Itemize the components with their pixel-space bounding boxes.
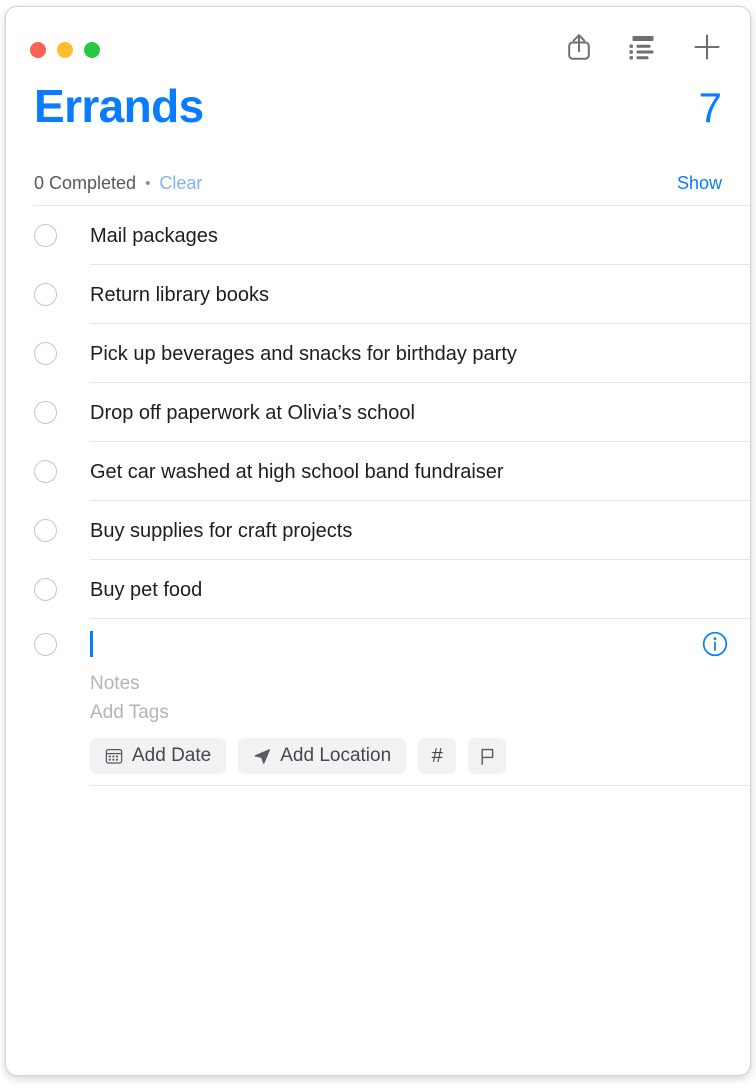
page-title: Errands (34, 80, 204, 132)
flag-icon (479, 747, 496, 766)
completed-meta-row: 0 Completed • Clear Show (34, 153, 722, 205)
minimize-window-button[interactable] (57, 42, 73, 58)
traffic-light-controls (30, 42, 100, 58)
reminder-checkbox[interactable] (34, 578, 57, 601)
reminder-title: Mail packages (90, 224, 218, 247)
reminder-title: Return library books (90, 283, 269, 306)
reminders-window: Errands 7 0 Completed • Clear Show Mail … (5, 6, 751, 1076)
clear-completed-button[interactable]: Clear (159, 173, 202, 194)
reminder-checkbox[interactable] (34, 342, 57, 365)
table-row[interactable]: Buy pet food (6, 560, 750, 619)
new-reminder-title-row (34, 619, 750, 669)
completed-meta-left: 0 Completed • Clear (34, 173, 202, 194)
new-reminder-checkbox[interactable] (34, 632, 57, 656)
add-date-button[interactable]: Add Date (90, 738, 227, 774)
add-location-label: Add Location (280, 745, 392, 766)
reminder-title: Get car washed at high school band fundr… (90, 460, 504, 483)
table-row[interactable]: Return library books (6, 265, 750, 324)
view-options-button[interactable] (626, 31, 660, 65)
hashtag-icon: # (431, 745, 443, 767)
add-reminder-button[interactable] (690, 31, 724, 65)
reminder-info-button[interactable] (702, 631, 728, 657)
add-location-button[interactable]: Add Location (238, 738, 407, 774)
completed-count-label: 0 Completed (34, 172, 137, 193)
table-row[interactable]: Pick up beverages and snacks for birthda… (6, 324, 750, 383)
table-row[interactable]: Get car washed at high school band fundr… (6, 442, 750, 501)
table-row[interactable]: Buy supplies for craft projects (6, 501, 750, 560)
text-cursor (90, 631, 93, 657)
add-tag-button[interactable]: # (418, 738, 457, 774)
location-arrow-icon (253, 747, 271, 765)
reminder-checkbox[interactable] (34, 401, 57, 424)
reminder-title: Buy pet food (90, 578, 203, 601)
table-row[interactable]: Drop off paperwork at Olivia’s school (6, 383, 750, 442)
reminder-title: Buy supplies for craft projects (90, 519, 353, 542)
meta-separator-dot: • (145, 174, 151, 192)
reminder-checkbox[interactable] (34, 460, 57, 483)
reminder-checkbox[interactable] (34, 224, 57, 247)
reminder-count: 7 (698, 84, 722, 131)
window-titlebar (6, 7, 750, 83)
close-window-button[interactable] (30, 42, 46, 58)
share-button[interactable] (562, 31, 596, 65)
reminder-checkbox[interactable] (34, 519, 57, 542)
reminder-attribute-buttons: Add Date Add Location # (90, 738, 750, 774)
new-reminder-row[interactable]: Notes Add Tags Add Date Add Location # (6, 619, 750, 786)
show-completed-button[interactable]: Show (677, 173, 722, 194)
table-row[interactable]: Mail packages (6, 206, 750, 265)
notes-placeholder[interactable]: Notes (90, 669, 750, 698)
info-circle-icon (702, 631, 728, 661)
reminder-title: Pick up beverages and snacks for birthda… (90, 342, 517, 365)
title-row: Errands 7 (34, 83, 722, 153)
add-date-label: Add Date (132, 745, 212, 766)
share-icon (566, 33, 592, 64)
maximize-window-button[interactable] (84, 42, 100, 58)
reminder-title: Drop off paperwork at Olivia’s school (90, 401, 415, 424)
toolbar (562, 31, 724, 65)
list-view-icon (628, 34, 658, 63)
list-header: Errands 7 0 Completed • Clear Show (6, 83, 750, 205)
plus-icon (692, 32, 722, 65)
tags-placeholder[interactable]: Add Tags (90, 698, 750, 727)
calendar-icon (105, 747, 123, 765)
add-flag-button[interactable] (468, 738, 507, 774)
reminder-list: Mail packages Return library books Pick … (6, 206, 750, 1075)
reminder-checkbox[interactable] (34, 283, 57, 306)
